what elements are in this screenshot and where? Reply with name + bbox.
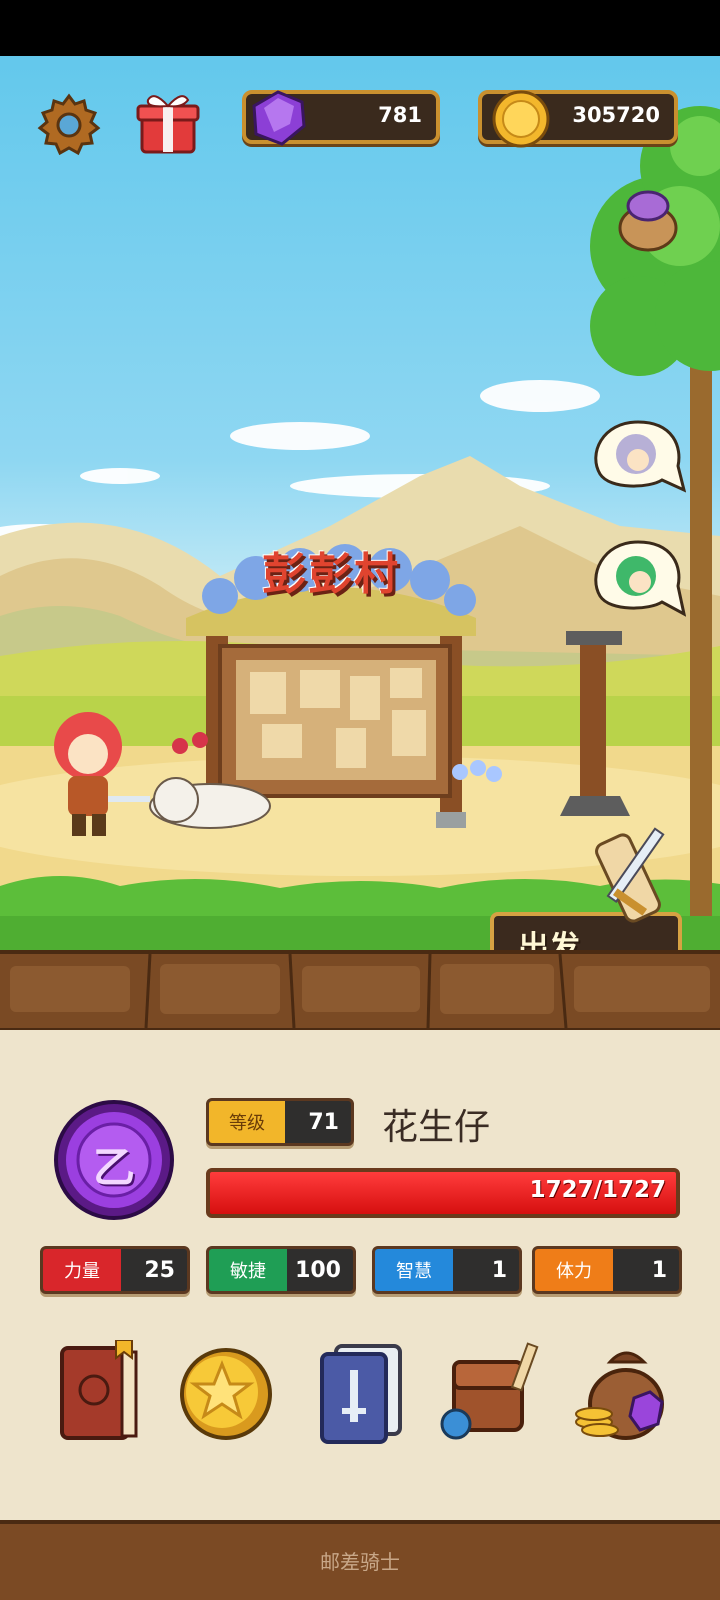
stat-label: 体力 [535, 1249, 613, 1291]
status-bar [0, 0, 720, 56]
level-box: 等级 71 [206, 1098, 354, 1146]
treasure-pouch-icon[interactable] [612, 184, 682, 254]
journal-book-icon[interactable] [52, 1339, 148, 1446]
scroll-sword-icon [590, 816, 694, 936]
gold-value: 305720 [572, 103, 660, 127]
dirt-divider [0, 950, 720, 1032]
level-value: 71 [308, 1109, 339, 1135]
star-coin-icon[interactable] [176, 1340, 272, 1446]
gold-coin-icon [490, 88, 552, 150]
player-name: 花生仔 [382, 1107, 491, 1148]
stat-value: 25 [144, 1257, 175, 1283]
hp-text: 1727/1727 [529, 1177, 666, 1203]
stat-value: 1 [651, 1257, 667, 1283]
rank-badge-glyph: 乙 [92, 1143, 135, 1192]
stat-wisdom: 智慧 1 [372, 1246, 522, 1294]
npc-bubble-green-hair[interactable] [590, 538, 687, 622]
stat-value: 1 [491, 1257, 507, 1283]
skill-cards-icon[interactable] [314, 1340, 410, 1446]
village-sign: 彭彭村 [262, 549, 400, 600]
level-label: 等级 [209, 1101, 285, 1143]
rank-badge[interactable]: 乙 [52, 1098, 176, 1222]
backpack-icon[interactable] [440, 1340, 539, 1446]
hp-bar: 1727/1727 [206, 1168, 680, 1218]
stat-stamina: 体力 1 [532, 1246, 682, 1294]
settings-gear-icon[interactable] [36, 92, 102, 158]
treasure-bag-icon[interactable] [570, 1340, 666, 1446]
gift-box-icon[interactable] [134, 88, 202, 156]
gems-value: 781 [378, 103, 422, 127]
app-title-footer: 邮差骑士 [320, 1550, 400, 1574]
gem-icon [244, 88, 310, 148]
village-scene: 彭彭村 781 305720 出发 [0, 56, 720, 956]
stat-label: 力量 [43, 1249, 121, 1291]
npc-bubble-silver-hair[interactable] [590, 418, 687, 498]
stat-label: 敏捷 [209, 1249, 287, 1291]
stat-agility: 敏捷 100 [206, 1246, 356, 1294]
stat-value: 100 [295, 1257, 341, 1283]
stat-strength: 力量 25 [40, 1246, 190, 1294]
stat-label: 智慧 [375, 1249, 453, 1291]
